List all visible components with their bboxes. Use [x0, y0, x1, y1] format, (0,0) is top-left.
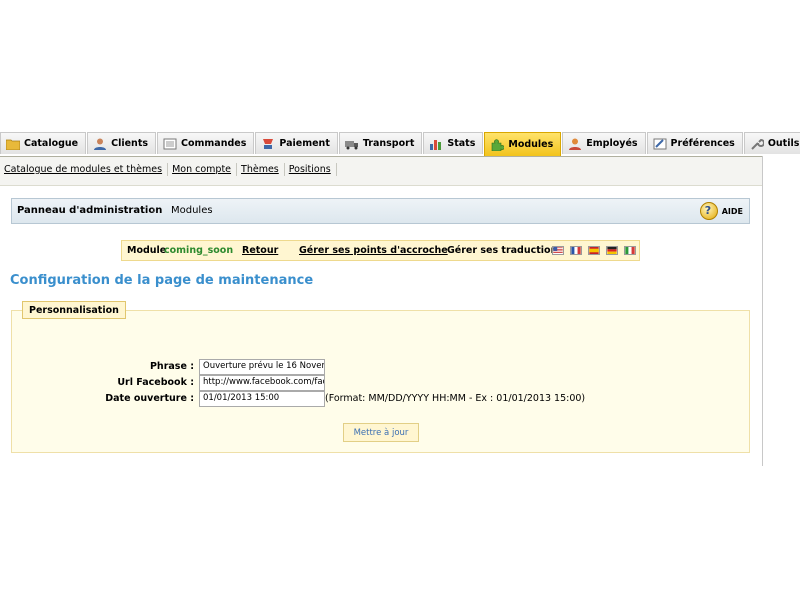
update-button[interactable]: Mettre à jour [343, 423, 419, 442]
tab-paiement[interactable]: Paiement [255, 132, 338, 154]
page-title: Configuration de la page de maintenance [10, 273, 314, 288]
main-tabs: Catalogue Clients Commandes Paiement Tra… [0, 132, 800, 156]
content-border [762, 156, 763, 466]
form-row-date: Date ouverture : 01/01/2013 15:00 (Forma… [12, 391, 752, 407]
employee-icon [569, 138, 582, 150]
folder-icon [6, 139, 20, 150]
tab-commandes[interactable]: Commandes [157, 132, 255, 154]
help-icon [699, 202, 718, 220]
tab-modules[interactable]: Modules [484, 132, 562, 156]
breadcrumb-root[interactable]: Panneau d'administration [17, 205, 162, 216]
de-flag-icon[interactable] [606, 246, 618, 255]
it-flag-icon[interactable] [624, 246, 636, 255]
tab-label: Modules [508, 139, 554, 150]
fr-flag-icon[interactable] [570, 246, 582, 255]
truck-icon [344, 140, 358, 149]
chart-icon [430, 139, 442, 150]
facebook-url-label: Url Facebook : [117, 377, 194, 388]
subnav-positions[interactable]: Positions [289, 163, 337, 176]
fieldset-legend: Personnalisation [22, 301, 126, 319]
subnav-catalogue-modules[interactable]: Catalogue de modules et thèmes [4, 163, 169, 176]
tab-outils[interactable]: Outils [743, 132, 800, 154]
sub-navigation: Catalogue de modules et thèmes Mon compt… [0, 156, 762, 186]
module-prefix: Module [127, 245, 167, 256]
tab-label: Paiement [279, 138, 330, 149]
breadcrumb-arrow-icon: › [152, 205, 156, 216]
manage-hooks-link[interactable]: Gérer ses points d'accroche [299, 245, 448, 256]
payment-icon [263, 138, 274, 149]
wrench-icon [751, 138, 764, 150]
opening-date-input[interactable]: 01/01/2013 15:00 [199, 391, 325, 407]
tab-stats[interactable]: Stats [423, 132, 484, 154]
tab-preferences[interactable]: Préférences [646, 132, 743, 154]
tab-label: Catalogue [24, 138, 79, 149]
us-flag-icon[interactable] [552, 246, 564, 255]
tab-transport[interactable]: Transport [338, 132, 423, 154]
back-link[interactable]: Retour [242, 245, 278, 256]
tab-label: Transport [362, 138, 415, 149]
opening-date-label: Date ouverture : [105, 393, 194, 404]
tab-label: Stats [447, 138, 476, 149]
date-format-hint: (Format: MM/DD/YYYY HH:MM - Ex : 01/01/2… [325, 393, 586, 404]
facebook-url-input[interactable]: http://www.facebook.com/facebook [199, 375, 325, 391]
orders-icon [163, 138, 177, 149]
phrase-label: Phrase : [149, 361, 194, 372]
help-button[interactable]: AIDE [699, 202, 743, 220]
preferences-icon [653, 138, 667, 149]
tab-clients[interactable]: Clients [87, 132, 157, 154]
module-toolbar: Module coming_soon Retour Gérer ses poin… [121, 240, 640, 261]
tab-label: Préférences [670, 138, 735, 149]
breadcrumb: Panneau d'administration › Modules AIDE [11, 198, 750, 224]
user-icon [94, 138, 107, 150]
es-flag-icon[interactable] [588, 246, 600, 255]
translation-flags [552, 246, 642, 255]
tab-label: Employés [586, 138, 638, 149]
tab-employes[interactable]: Employés [562, 132, 646, 154]
subnav-themes[interactable]: Thèmes [241, 163, 285, 176]
tab-label: Outils [767, 138, 800, 149]
tab-label: Clients [111, 138, 149, 149]
module-name: coming_soon [164, 245, 234, 256]
tab-catalogue[interactable]: Catalogue [0, 132, 87, 154]
form-row-phrase: Phrase : Ouverture prévu le 16 Novembre [12, 359, 752, 375]
help-label: AIDE [721, 206, 743, 216]
translations-label: Gérer ses traductions [447, 245, 563, 256]
tab-label: Commandes [181, 138, 247, 149]
subnav-mon-compte[interactable]: Mon compte [172, 163, 238, 176]
form-row-facebook: Url Facebook : http://www.facebook.com/f… [12, 375, 752, 391]
breadcrumb-current: Modules [171, 205, 213, 216]
puzzle-icon [492, 138, 505, 151]
phrase-input[interactable]: Ouverture prévu le 16 Novembre [199, 359, 325, 375]
